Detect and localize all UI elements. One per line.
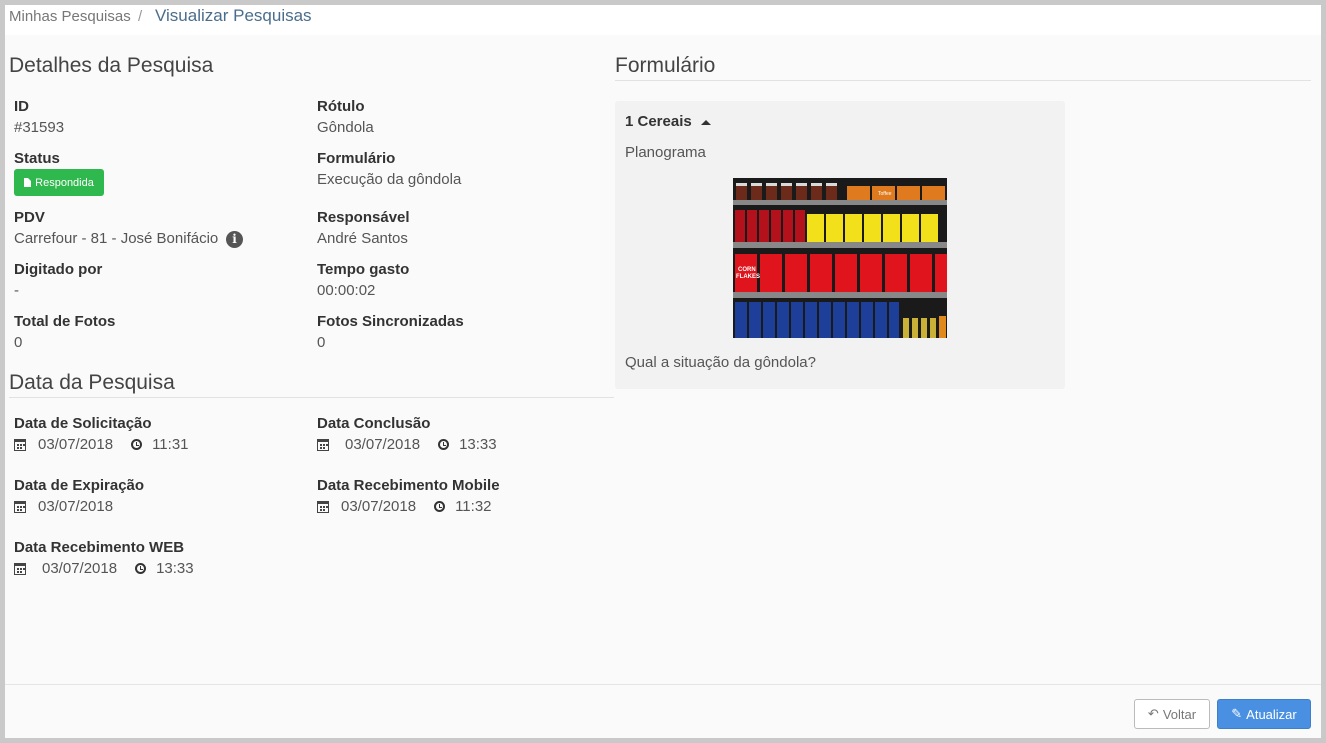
web-date: 03/07/2018	[42, 560, 118, 577]
responsavel-value: André Santos	[317, 230, 408, 247]
conclusao-time: 13:33	[459, 436, 497, 453]
breadcrumb-separator: /	[138, 8, 143, 25]
tempo-label: Tempo gasto	[317, 261, 410, 278]
web-label: Data Recebimento WEB	[14, 539, 185, 556]
conclusao-label: Data Conclusão	[317, 415, 431, 432]
fotos-label: Total de Fotos	[14, 313, 116, 330]
mobile-date: 03/07/2018	[341, 498, 417, 515]
id-label: ID	[14, 98, 29, 115]
atualizar-button[interactable]: ✎ Atualizar	[1217, 699, 1311, 729]
web-row: 03/07/2018 13:33	[14, 560, 194, 577]
page-frame: Minhas Pesquisas / Visualizar Pesquisas …	[5, 5, 1321, 738]
mobile-label: Data Recebimento Mobile	[317, 477, 500, 494]
undo-icon: ↶	[1147, 706, 1159, 722]
file-icon	[24, 178, 32, 187]
responsavel-label: Responsável	[317, 209, 410, 226]
datas-divider	[9, 397, 614, 398]
footer-divider	[5, 684, 1321, 685]
calendar-icon	[14, 500, 26, 513]
solicitacao-label: Data de Solicitação	[14, 415, 152, 432]
clock-icon	[135, 563, 147, 574]
breadcrumb: Minhas Pesquisas / Visualizar Pesquisas	[5, 5, 1321, 35]
expiracao-label: Data de Expiração	[14, 477, 145, 494]
pdv-label: PDV	[14, 209, 45, 226]
voltar-button-label: Voltar	[1162, 706, 1197, 722]
pdv-value: Carrefour - 81 - José Bonifácio	[14, 230, 219, 247]
datas-title: Data da Pesquisa	[9, 371, 175, 394]
conclusao-date: 03/07/2018	[345, 436, 421, 453]
digitado-value: -	[14, 282, 19, 299]
question-card: 1 Cereais Planograma Toffee CORN FLAKES …	[615, 101, 1065, 389]
web-time: 13:33	[156, 560, 194, 577]
question-text: Qual a situação da gôndola?	[625, 354, 816, 371]
fotos-value: 0	[14, 334, 23, 351]
calendar-icon	[14, 438, 26, 451]
detalhes-title: Detalhes da Pesquisa	[9, 54, 214, 77]
clock-icon	[438, 439, 450, 450]
status-label: Status	[14, 150, 60, 167]
sinc-label: Fotos Sincronizadas	[317, 313, 464, 330]
shelf-toffee-label: Toffee	[878, 191, 892, 197]
question-group-toggle[interactable]: 1 Cereais	[625, 113, 692, 130]
digitado-label: Digitado por	[14, 261, 103, 278]
pencil-icon: ✎	[1231, 706, 1243, 722]
shelf-corn-label: CORN	[738, 267, 756, 273]
clock-icon	[131, 439, 143, 450]
mobile-row: 03/07/2018 11:32	[317, 498, 492, 515]
calendar-icon	[317, 438, 329, 451]
id-value: #31593	[14, 119, 65, 136]
tempo-value: 00:00:02	[317, 282, 376, 299]
caret-up-icon[interactable]	[701, 120, 711, 125]
solicitacao-date: 03/07/2018	[38, 436, 114, 453]
calendar-icon	[14, 562, 26, 575]
rotulo-value: Gôndola	[317, 119, 374, 136]
expiracao-row: 03/07/2018	[14, 498, 113, 515]
sinc-value: 0	[317, 334, 326, 351]
formulario-label: Formulário	[317, 150, 396, 167]
solicitacao-time: 11:31	[152, 436, 189, 453]
formulario-divider	[615, 80, 1311, 81]
clock-icon	[434, 501, 446, 512]
calendar-icon	[317, 500, 329, 513]
info-circle-icon[interactable]: i	[226, 231, 243, 248]
planogram-image[interactable]: Toffee CORN FLAKES	[733, 178, 947, 338]
planograma-label: Planograma	[625, 144, 706, 161]
voltar-button[interactable]: ↶ Voltar	[1134, 699, 1210, 729]
expiracao-date: 03/07/2018	[38, 498, 114, 515]
breadcrumb-current: Visualizar Pesquisas	[155, 6, 312, 25]
solicitacao-row: 03/07/2018 11:31	[14, 436, 189, 453]
formulario-section-title: Formulário	[615, 54, 716, 77]
atualizar-button-label: Atualizar	[1246, 706, 1297, 722]
conclusao-row: 03/07/2018 13:33	[317, 436, 497, 453]
shelf-flakes-label: FLAKES	[736, 274, 760, 280]
formulario-value: Execução da gôndola	[317, 171, 462, 188]
rotulo-label: Rótulo	[317, 98, 365, 115]
breadcrumb-parent-link[interactable]: Minhas Pesquisas	[9, 8, 131, 25]
status-badge: Respondida	[14, 169, 104, 196]
mobile-time: 11:32	[455, 498, 492, 515]
status-badge-text: Respondida	[35, 176, 94, 189]
